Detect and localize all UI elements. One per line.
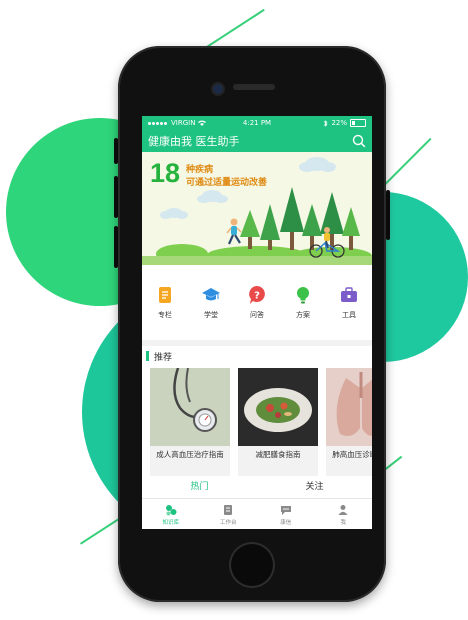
bottom-navigation: 知识库 工作台 康信 我 [142, 498, 372, 529]
nav-item-workbench[interactable]: 工作台 [200, 499, 258, 529]
stethoscope-photo [150, 368, 230, 446]
quick-menu: 专栏 学堂 ? 问答 方案 工具 [142, 265, 372, 346]
promo-banner[interactable]: 18 种疾病 可通过适量运动改善 [142, 152, 372, 265]
quick-menu-plan[interactable]: 方案 [281, 285, 325, 320]
lungs-photo [326, 368, 372, 446]
status-time: 4:21 PM [242, 119, 272, 127]
quick-menu-label: 学堂 [204, 311, 218, 319]
card-title: 减肥膳食指南 [255, 450, 301, 459]
signal-icon [148, 119, 168, 127]
front-camera [211, 82, 225, 96]
nav-label: 知识库 [162, 519, 179, 526]
quick-menu-label: 问答 [250, 311, 264, 319]
nav-label: 康信 [280, 519, 292, 526]
recommend-card[interactable]: 减肥膳食指南 [238, 368, 318, 480]
banner-number: 18 [150, 158, 181, 188]
status-bar: VIRGIN 4:21 PM 22% [142, 116, 372, 130]
card-title: 成人高血压治疗指南 [156, 450, 224, 459]
recommend-card[interactable]: 肺高血压诊断和治疗 [326, 368, 372, 480]
quick-menu-label: 方案 [296, 311, 310, 319]
bluetooth-icon [324, 119, 328, 127]
svg-text:?: ? [254, 291, 260, 302]
banner-headline: 种疾病 [186, 165, 214, 175]
column-icon [159, 287, 171, 303]
battery-icon [350, 119, 367, 127]
card-title: 肺高血压诊断和治疗 [332, 450, 372, 459]
quick-menu-qa[interactable]: ? 问答 [235, 285, 279, 320]
nav-item-profile[interactable]: 我 [315, 499, 373, 529]
feed-tabs: 热门 关注 [142, 476, 372, 498]
app-bar: 健康由我 医生助手 [142, 130, 372, 152]
chat-icon [280, 505, 291, 515]
recommend-card[interactable]: 成人高血压治疗指南 [150, 368, 230, 480]
banner-subline: 可通过适量运动改善 [186, 178, 268, 188]
decorative-line [205, 8, 265, 49]
carrier-name: VIRGIN [171, 119, 196, 127]
nav-label: 我 [340, 519, 346, 526]
search-icon[interactable] [352, 134, 366, 148]
section-accent-bar [146, 351, 149, 361]
app-title: 健康由我 医生助手 [148, 135, 240, 148]
phone-screen: VIRGIN 4:21 PM 22% 健康由我 医生助手 18 种疾病 可通过适… [142, 116, 372, 529]
recommend-title: 推荐 [154, 352, 173, 363]
earpiece-speaker [233, 84, 275, 90]
nav-item-chat[interactable]: 康信 [257, 499, 315, 529]
quick-menu-tools[interactable]: 工具 [327, 285, 371, 320]
quick-menu-label: 专栏 [158, 311, 172, 319]
wifi-icon [198, 120, 207, 126]
profile-icon [338, 504, 348, 515]
quick-menu-label: 工具 [342, 311, 356, 319]
toolbox-icon [341, 287, 357, 302]
power-button [386, 190, 390, 240]
quick-menu-column[interactable]: 专栏 [143, 285, 187, 320]
workbench-icon [224, 504, 233, 515]
lightbulb-icon [297, 287, 309, 304]
knowledge-icon [165, 504, 177, 515]
home-button[interactable] [229, 542, 275, 588]
nav-label: 工作台 [219, 519, 237, 526]
quick-menu-school[interactable]: 学堂 [189, 285, 233, 320]
nav-item-knowledge[interactable]: 知识库 [142, 499, 200, 529]
question-icon: ? [249, 286, 265, 304]
graduation-cap-icon [202, 288, 220, 301]
tab-follow[interactable]: 关注 [257, 476, 372, 498]
tab-hot[interactable]: 热门 [142, 476, 257, 498]
recommend-section-header: 推荐 [142, 346, 372, 366]
salad-photo [238, 368, 318, 446]
battery-percent: 22% [331, 119, 348, 127]
recommend-carousel: 成人高血压治疗指南 减肥膳食指南 肺高血压诊断和治疗 [142, 368, 372, 480]
